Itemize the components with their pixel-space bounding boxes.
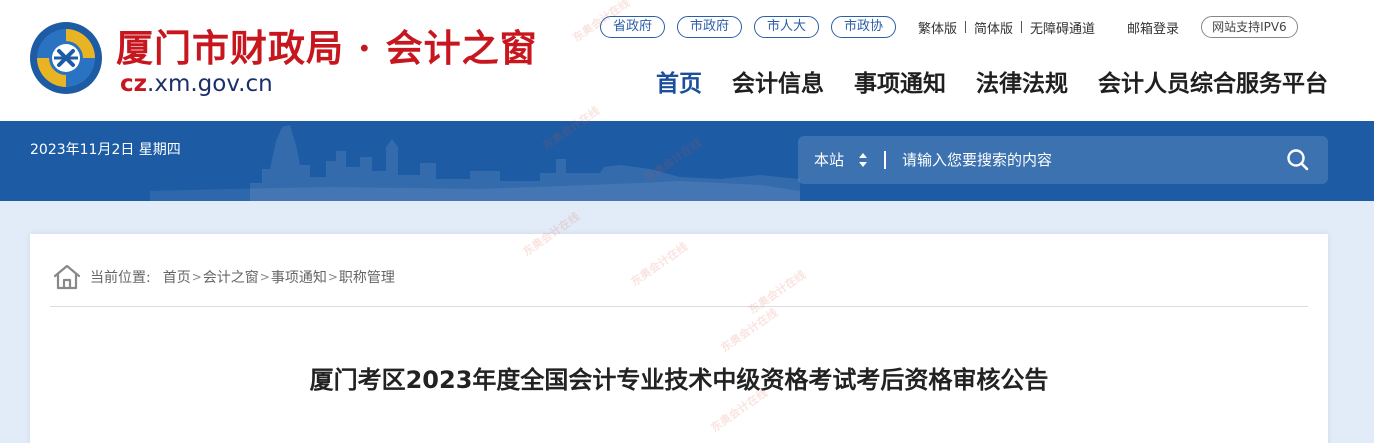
nav-item-service-platform[interactable]: 会计人员综合服务平台	[1098, 64, 1328, 98]
util-divider	[1021, 21, 1023, 33]
search-input[interactable]	[902, 136, 1272, 184]
simplified-chinese-link[interactable]: 简体版	[974, 18, 1013, 37]
utility-links: 繁体版 简体版 无障碍通道 邮箱登录 网站支持IPV6	[918, 16, 1298, 38]
site-title[interactable]: 厦门市财政局 · 会计之窗	[116, 18, 538, 72]
breadcrumb-separator: >	[327, 270, 338, 284]
mail-login-link[interactable]: 邮箱登录	[1127, 18, 1179, 37]
article-card: 当前位置: 首页 > 会计之窗 > 事项通知 > 职称管理 厦门考区2023年度…	[30, 234, 1328, 443]
domain-suffix: .xm.gov.cn	[147, 71, 273, 97]
nav-item-notices[interactable]: 事项通知	[854, 64, 946, 98]
current-date: 2023年11月2日 星期四	[30, 142, 181, 158]
breadcrumb-accounting-window[interactable]: 会计之窗	[203, 267, 259, 287]
up-down-arrows-icon[interactable]	[858, 152, 868, 168]
article-title: 厦门考区2023年度全国会计专业技术中级资格考试考后资格审核公告	[309, 366, 1049, 394]
breadcrumb-title-management[interactable]: 职称管理	[339, 267, 395, 287]
breadcrumb-notices[interactable]: 事项通知	[271, 267, 327, 287]
banner: 2023年11月2日 星期四 本站	[0, 121, 1374, 201]
nav-item-accounting-info[interactable]: 会计信息	[732, 64, 824, 98]
accessibility-link[interactable]: 无障碍通道	[1030, 18, 1095, 37]
home-icon	[53, 264, 81, 290]
ipv6-badge: 网站支持IPV6	[1201, 16, 1298, 38]
main-nav: 首页 会计信息 事项通知 法律法规 会计人员综合服务平台	[656, 64, 1328, 98]
gov-links: 省政府 市政府 市人大 市政协	[600, 16, 897, 38]
gov-link-congress[interactable]: 市人大	[754, 16, 820, 38]
search-scope-select[interactable]: 本站	[814, 136, 844, 184]
gov-link-city[interactable]: 市政府	[677, 16, 743, 38]
breadcrumb-divider	[50, 306, 1308, 307]
search-divider	[884, 151, 886, 169]
breadcrumb-home[interactable]: 首页	[163, 267, 191, 287]
domain-prefix: cz	[120, 71, 148, 97]
breadcrumb-separator: >	[259, 270, 270, 284]
search-icon[interactable]	[1286, 148, 1310, 172]
nav-item-home[interactable]: 首页	[656, 64, 702, 98]
gov-link-cppcc[interactable]: 市政协	[831, 16, 897, 38]
content-area: 当前位置: 首页 > 会计之窗 > 事项通知 > 职称管理 厦门考区2023年度…	[0, 201, 1374, 443]
search-box: 本站	[798, 136, 1328, 184]
breadcrumb-label: 当前位置:	[90, 270, 151, 286]
util-divider	[965, 21, 967, 33]
finance-bureau-logo-icon[interactable]	[28, 20, 104, 96]
gov-link-province[interactable]: 省政府	[600, 16, 666, 38]
site-domain: cz.xm.gov.cn	[120, 71, 273, 97]
nav-item-laws[interactable]: 法律法规	[976, 64, 1068, 98]
breadcrumb-separator: >	[191, 270, 202, 284]
breadcrumb: 当前位置: 首页 > 会计之窗 > 事项通知 > 职称管理	[52, 260, 395, 294]
site-header: 厦门市财政局 · 会计之窗 cz.xm.gov.cn 省政府 市政府 市人大 市…	[0, 0, 1374, 121]
traditional-chinese-link[interactable]: 繁体版	[918, 18, 957, 37]
